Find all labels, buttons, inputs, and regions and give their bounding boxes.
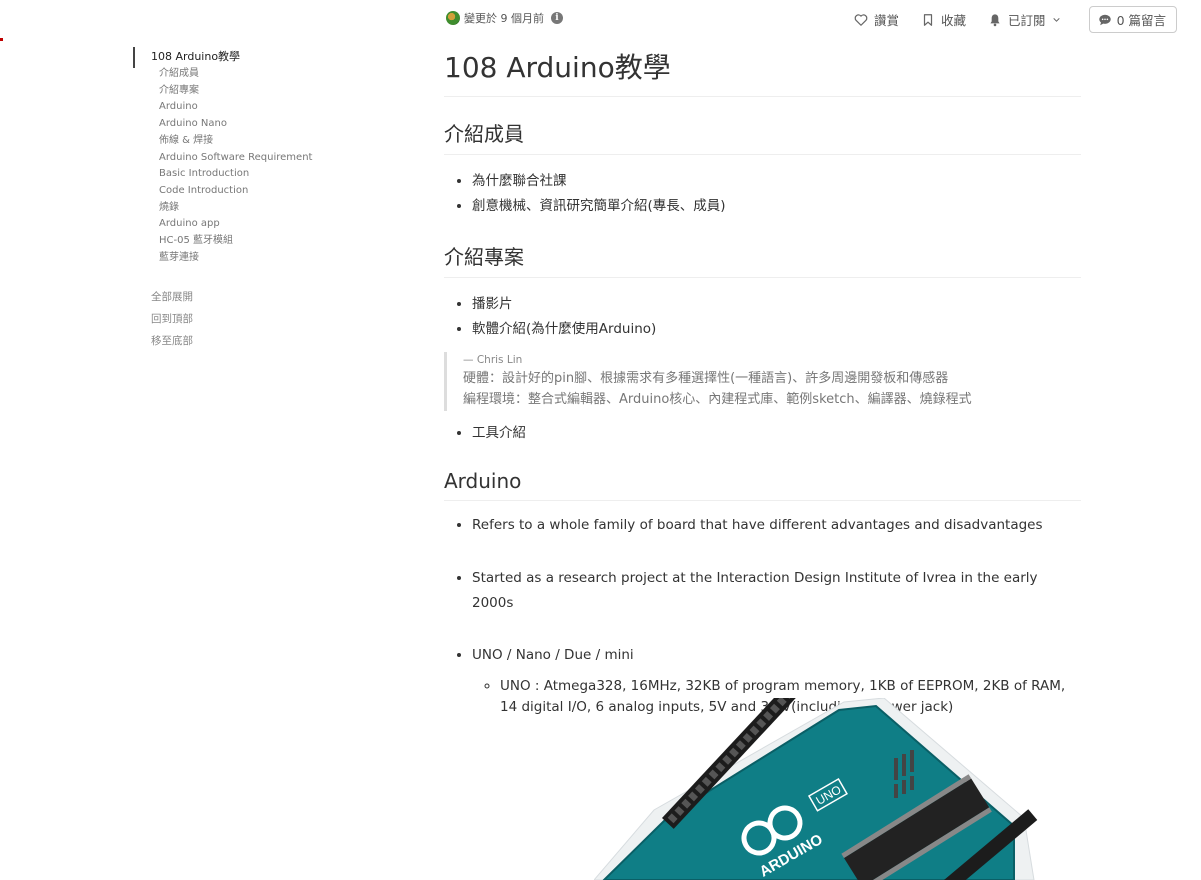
- list-item: 軟體介紹(為什麼使用Arduino): [472, 317, 1081, 342]
- page-title: 108 Arduino教學: [444, 42, 1081, 97]
- project-list: 播影片 軟體介紹(為什麼使用Arduino): [444, 292, 1081, 342]
- toc-active-indicator: [133, 47, 135, 68]
- info-icon[interactable]: i: [551, 12, 563, 24]
- toc-item[interactable]: Arduino Software Requirement: [159, 150, 423, 167]
- quote-author: — Chris Lin: [463, 353, 1081, 368]
- list-item: 播影片: [472, 292, 1081, 317]
- toc-item[interactable]: 藍芽連接: [159, 250, 423, 267]
- heading-project: 介紹專案: [444, 241, 1081, 278]
- toc-item[interactable]: Basic Introduction: [159, 166, 423, 183]
- toc-item[interactable]: HC-05 藍牙模組: [159, 233, 423, 250]
- bookmark-label: 收藏: [941, 13, 967, 28]
- list-item: 為什麼聯合社課: [472, 169, 1081, 194]
- arduino-list: Refers to a whole family of board that h…: [444, 513, 1081, 718]
- toc-item[interactable]: 燒錄: [159, 200, 423, 217]
- chevron-down-icon: [1052, 18, 1060, 22]
- toc-item-title[interactable]: 108 Arduino教學: [133, 45, 423, 63]
- bookmark-button[interactable]: 收藏: [921, 10, 966, 29]
- red-marker-dot: [0, 38, 3, 41]
- subscribe-label: 已訂閱: [1008, 13, 1046, 28]
- list-item: Refers to a whole family of board that h…: [472, 513, 1081, 538]
- note-content: 108 Arduino教學 介紹成員 為什麼聯合社課 創意機械、資訊研究簡單介紹…: [444, 42, 1081, 718]
- praise-button[interactable]: 讚賞: [854, 10, 899, 29]
- comments-label: 0 篇留言: [1116, 13, 1166, 28]
- list-item: 工具介紹: [472, 421, 1081, 446]
- back-to-top-link[interactable]: 回到頂部: [151, 308, 423, 330]
- table-of-contents: 108 Arduino教學 介紹成員 介紹專案 Arduino Arduino …: [133, 45, 423, 352]
- list-item: Started as a research project at the Int…: [472, 566, 1081, 616]
- bookmark-icon: [923, 13, 933, 26]
- note-actions: 讚賞 收藏 已訂閱 0 篇留言: [854, 6, 1177, 33]
- quote-line: 硬體：設計好的pin腳、根據需求有多種選擇性(一種語言)、許多周邊開發板和傳感器: [463, 371, 949, 386]
- heading-members: 介紹成員: [444, 118, 1081, 155]
- toc-tools: 全部展開 回到頂部 移至底部: [133, 286, 423, 352]
- toc-item[interactable]: 介紹成員: [159, 66, 423, 83]
- last-updated: 變更於 9 個月前 i: [446, 10, 563, 26]
- arduino-board-illustration: ARDUINO UNO: [594, 698, 1038, 880]
- top-bar: 變更於 9 個月前 i 讚賞 收藏 已訂閱 0 篇留言: [0, 0, 1201, 38]
- project-list-continued: 工具介紹: [444, 421, 1081, 446]
- comments-button[interactable]: 0 篇留言: [1088, 6, 1177, 33]
- arduino-uno-image: ARDUINO UNO: [594, 698, 1054, 880]
- avatar[interactable]: [446, 11, 460, 25]
- toc-item[interactable]: 佈線 & 焊接: [159, 133, 423, 150]
- quote-line: 編程環境：整合式編輯器、Arduino核心、內建程式庫、範例sketch、編譯器…: [463, 392, 972, 407]
- comment-icon: [1098, 14, 1111, 25]
- bell-icon: [990, 13, 1000, 26]
- praise-label: 讚賞: [874, 13, 900, 28]
- members-list: 為什麼聯合社課 創意機械、資訊研究簡單介紹(專長、成員): [444, 169, 1081, 219]
- go-to-bottom-link[interactable]: 移至底部: [151, 330, 423, 352]
- toc-list: 介紹成員 介紹專案 Arduino Arduino Nano 佈線 & 焊接 A…: [133, 66, 423, 266]
- list-item: 創意機械、資訊研究簡單介紹(專長、成員): [472, 194, 1081, 219]
- expand-all-link[interactable]: 全部展開: [151, 286, 423, 308]
- heading-arduino: Arduino: [444, 469, 1081, 501]
- toc-item[interactable]: Arduino: [159, 99, 423, 116]
- toc-item[interactable]: 介紹專案: [159, 83, 423, 100]
- subscribe-dropdown[interactable]: 已訂閱: [988, 10, 1061, 29]
- heart-icon: [854, 13, 868, 26]
- updated-text: 變更於 9 個月前: [464, 12, 544, 25]
- list-item-text: UNO / Nano / Due / mini: [472, 647, 634, 663]
- toc-item[interactable]: Arduino app: [159, 216, 423, 233]
- quote-author-text: — Chris Lin: [463, 354, 523, 366]
- toc-item[interactable]: Code Introduction: [159, 183, 423, 200]
- blockquote: — Chris Lin 硬體：設計好的pin腳、根據需求有多種選擇性(一種語言)…: [444, 352, 1081, 411]
- toc-item[interactable]: Arduino Nano: [159, 116, 423, 133]
